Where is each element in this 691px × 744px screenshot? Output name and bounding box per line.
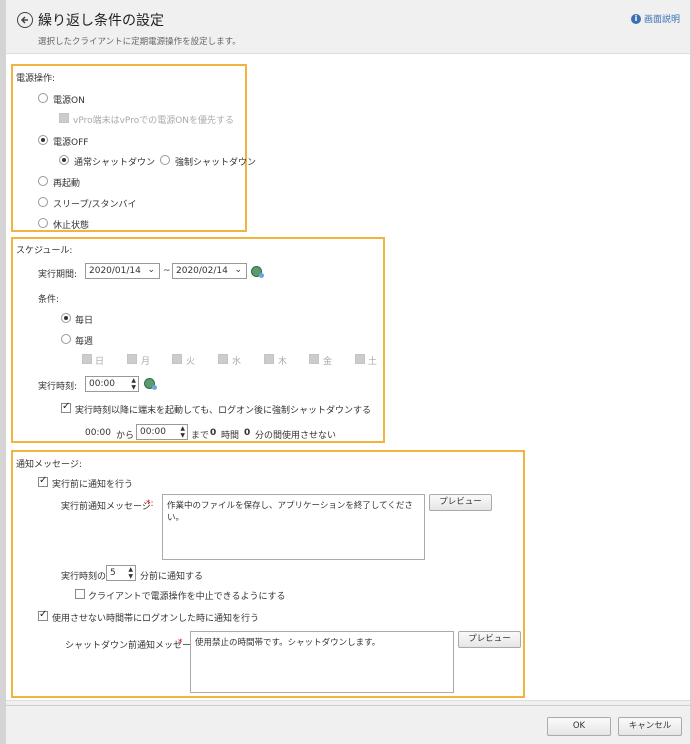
day-checkbox-fri[interactable] — [309, 354, 319, 364]
day-label-sun: 日 — [95, 357, 105, 367]
power-off-label: 電源OFF — [53, 138, 89, 148]
stepper-arrows-icon[interactable]: ▲ ▼ — [180, 425, 185, 439]
power-off-radio[interactable] — [38, 135, 48, 145]
shutdown-msg-textarea[interactable]: 使用禁止の時間帯です。シャットダウンします。 — [190, 631, 454, 693]
sleep-label: スリープ/スタンバイ — [53, 200, 137, 210]
preview-button[interactable]: プレビュー — [429, 494, 492, 511]
to-time-value: 00:00 — [140, 427, 166, 437]
stepper-arrows-icon[interactable]: ▲ ▼ — [128, 566, 133, 580]
exec-time-label: 実行時刻: — [38, 382, 78, 392]
chevron-down-icon: ⌄ — [234, 265, 242, 275]
minutes-unit: 分の間使用させない — [255, 431, 337, 441]
force-shutdown-after-checkbox[interactable] — [61, 401, 71, 413]
exec-time-value: 00:00 — [89, 379, 115, 389]
back-button[interactable] — [17, 12, 33, 28]
day-checkbox-thu[interactable] — [264, 354, 274, 364]
day-checkbox-sat[interactable] — [355, 354, 365, 364]
notify-before-checkbox[interactable] — [38, 475, 48, 487]
day-label-sat: 土 — [368, 357, 378, 367]
timezone-globe-icon[interactable] — [144, 378, 157, 390]
required-mark: * — [178, 638, 183, 648]
notify-time-prefix: 実行時刻の — [61, 572, 107, 582]
end-date-value: 2020/02/14 — [176, 266, 228, 276]
force-shutdown-after-label: 実行時刻以降に端末を起動しても、ログオン後に強制シャットダウンする — [75, 406, 372, 416]
power-label: 電源操作: — [16, 74, 56, 84]
stepper-arrows-icon[interactable]: ▲ ▼ — [131, 377, 136, 391]
footer-divider — [6, 705, 690, 706]
required-mark: *: — [146, 499, 154, 509]
day-label-tue: 火 — [186, 357, 196, 367]
sleep-radio[interactable] — [38, 197, 48, 207]
daily-radio[interactable] — [61, 313, 71, 323]
start-date-select[interactable]: 2020/01/14 ⌄ — [85, 263, 160, 279]
minutes-value: 0 — [244, 428, 251, 438]
hibernate-radio[interactable] — [38, 218, 48, 228]
page-subtitle: 選択したクライアントに定期電源操作を設定します。 — [38, 37, 241, 47]
restart-radio[interactable] — [38, 176, 48, 186]
power-on-label: 電源ON — [53, 96, 85, 106]
info-icon: i — [630, 13, 641, 24]
ok-button[interactable]: OK — [547, 717, 611, 736]
normal-shutdown-label: 通常シャットダウン — [74, 158, 156, 168]
dialog-footer: OK キャンセル — [6, 700, 690, 744]
power-on-radio[interactable] — [38, 93, 48, 103]
day-checkbox-tue[interactable] — [172, 354, 182, 364]
vpro-label: vPro端末はvProでの電源ONを優先する — [73, 116, 235, 126]
day-checkbox-wed[interactable] — [218, 354, 228, 364]
force-shutdown-label: 強制シャットダウン — [175, 158, 257, 168]
restart-label: 再起動 — [53, 179, 81, 189]
weekly-label: 毎週 — [75, 337, 94, 347]
notify-minutes-value: 5 — [110, 568, 116, 578]
from-time-text: 00:00 — [85, 428, 111, 438]
help-label: 画面説明 — [643, 15, 680, 25]
schedule-label: スケジュール: — [16, 246, 73, 256]
help-link[interactable]: i 画面説明 — [630, 12, 680, 25]
day-checkbox-sun[interactable] — [82, 354, 92, 364]
force-shutdown-radio[interactable] — [160, 155, 170, 165]
page-title: 繰り返し条件の設定 — [38, 13, 164, 29]
day-label-fri: 金 — [323, 357, 333, 367]
logon-notify-checkbox[interactable] — [38, 609, 48, 621]
day-label-mon: 月 — [141, 357, 151, 367]
hours-value: 0 — [210, 428, 217, 438]
shutdown-msg-text: 使用禁止の時間帯です。シャットダウンします。 — [195, 638, 381, 648]
period-tilde: ~ — [163, 266, 171, 276]
to-time-spinner[interactable]: 00:00 ▲ ▼ — [136, 424, 188, 440]
day-label-wed: 水 — [232, 357, 242, 367]
condition-label: 条件: — [38, 295, 60, 305]
end-date-select[interactable]: 2020/02/14 ⌄ — [172, 263, 247, 279]
notify-label: 通知メッセージ: — [16, 460, 82, 470]
before-msg-text: 作業中のファイルを保存し、アプリケーションを終了してください。 — [167, 501, 413, 523]
from-label: から — [116, 431, 135, 441]
chevron-down-icon: ⌄ — [147, 265, 155, 275]
until-label: まで — [191, 431, 210, 441]
dialog-header: 繰り返し条件の設定 選択したクライアントに定期電源操作を設定します。 i 画面説… — [6, 0, 690, 54]
vpro-checkbox[interactable] — [59, 113, 69, 123]
notify-time-suffix: 分前に通知する — [140, 572, 204, 582]
hours-unit: 時間 — [221, 431, 240, 441]
start-date-value: 2020/01/14 — [89, 266, 141, 276]
client-cancel-label: クライアントで電源操作を中止できるようにする — [88, 592, 286, 602]
preview-button-2[interactable]: プレビュー — [458, 631, 521, 648]
day-checkbox-mon[interactable] — [127, 354, 137, 364]
client-cancel-checkbox[interactable] — [75, 589, 85, 599]
weekly-radio[interactable] — [61, 334, 71, 344]
notify-before-label: 実行前に通知を行う — [52, 480, 134, 490]
hibernate-label: 休止状態 — [53, 221, 90, 231]
logon-notify-label: 使用させない時間帯にログオンした時に通知を行う — [52, 614, 260, 624]
exec-time-spinner[interactable]: 00:00 ▲ ▼ — [85, 376, 139, 392]
timezone-globe-icon[interactable] — [251, 266, 264, 278]
arrow-left-icon — [20, 16, 28, 24]
normal-shutdown-radio[interactable] — [59, 155, 69, 165]
day-label-thu: 木 — [278, 357, 288, 367]
cancel-button[interactable]: キャンセル — [618, 717, 682, 736]
daily-label: 毎日 — [75, 316, 94, 326]
notify-minutes-spinner[interactable]: 5 ▲ ▼ — [106, 565, 136, 581]
before-msg-label: 実行前通知メッセージ — [61, 502, 151, 512]
period-label: 実行期間: — [38, 270, 78, 280]
before-msg-textarea[interactable]: 作業中のファイルを保存し、アプリケーションを終了してください。 — [162, 494, 425, 560]
